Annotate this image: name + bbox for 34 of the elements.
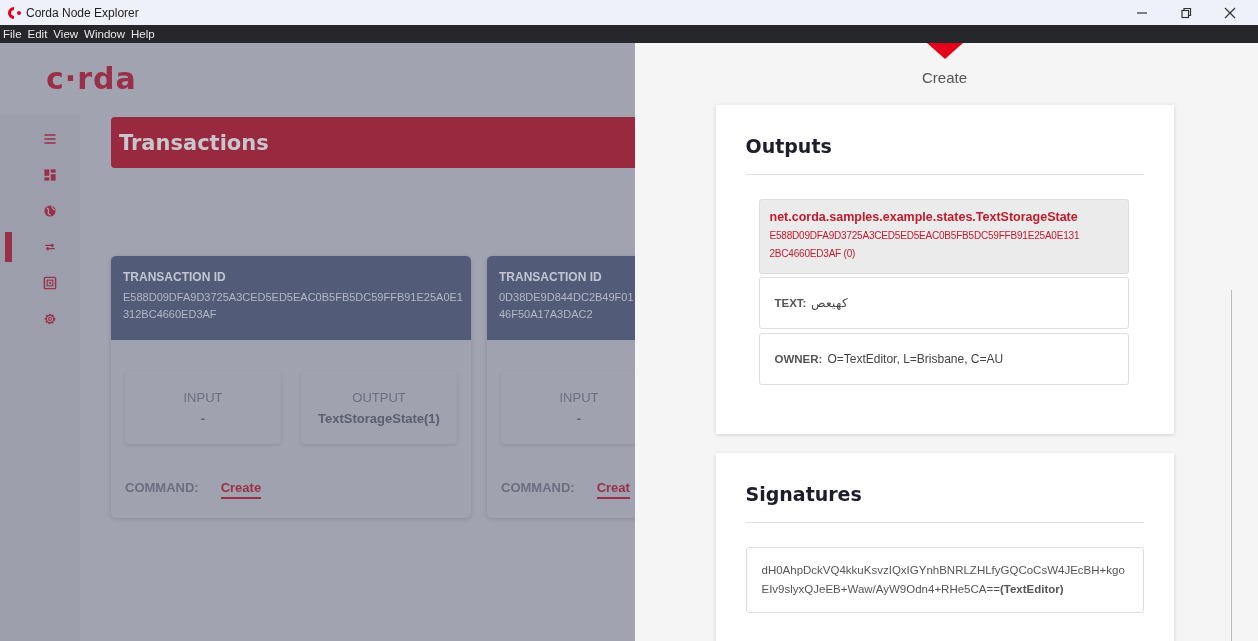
io-value: - [199, 411, 207, 426]
field-value: كهيعص [811, 296, 849, 310]
field-label: OWNER: [774, 353, 823, 365]
field-value: O=TextEditor, L=Brisbane, C=AU [827, 352, 1004, 366]
menu-item[interactable]: File [3, 28, 22, 40]
corda-logo: c·rda [46, 61, 137, 96]
page-title: Transactions [119, 130, 269, 155]
settings-icon[interactable] [42, 311, 58, 327]
pointer-icon [926, 43, 963, 59]
io-value: - [575, 411, 583, 426]
menu-item[interactable]: View [53, 28, 79, 40]
close-icon[interactable] [1224, 6, 1236, 19]
window-title: Corda Node Explorer [26, 5, 139, 20]
menu-icon[interactable] [42, 131, 58, 147]
state-reference: E588D09DFA9D3725A3CED5ED5EAC0B5FB5DC59FFB91E25A0E131 2BC4660ED3AF (0) [769, 229, 1081, 261]
dashboard-icon[interactable] [42, 167, 58, 183]
state-class-name: net.corda.samples.example.states.TextStorageState [769, 210, 1079, 224]
io-value: TextStorageState(1) [317, 411, 441, 426]
card-title: Signatures [745, 483, 1144, 523]
menu-item[interactable]: Edit [27, 28, 48, 40]
safe-icon[interactable] [42, 275, 58, 291]
globe-icon[interactable] [42, 203, 58, 219]
field-label: TEXT: [774, 297, 807, 309]
transaction-id-label: TRANSACTION ID [123, 270, 227, 284]
transaction-id: 0D38DE9D844DC2B49F01 46F50A17A3DAC2 [499, 290, 635, 322]
card-title: Outputs [745, 135, 1144, 175]
menu-item[interactable]: Window [84, 28, 125, 40]
restore-icon[interactable] [1180, 6, 1192, 19]
signature-text: dH0AhpDckVQ4kkuKsvzIQxIGYnhBNRLZHLfyGQCoCsW4JEcBH+kgoEIv9slyxQJeEB+Waw/AyW9Odn4+RHe5CA==(TextEditor) [761, 563, 1126, 597]
drawer-title: Create [922, 69, 967, 86]
app-logo-icon [6, 6, 22, 19]
menu-item[interactable]: Help [131, 28, 155, 40]
scroll-bar[interactable] [1231, 290, 1232, 641]
transaction-id-label: TRANSACTION ID [499, 270, 603, 284]
